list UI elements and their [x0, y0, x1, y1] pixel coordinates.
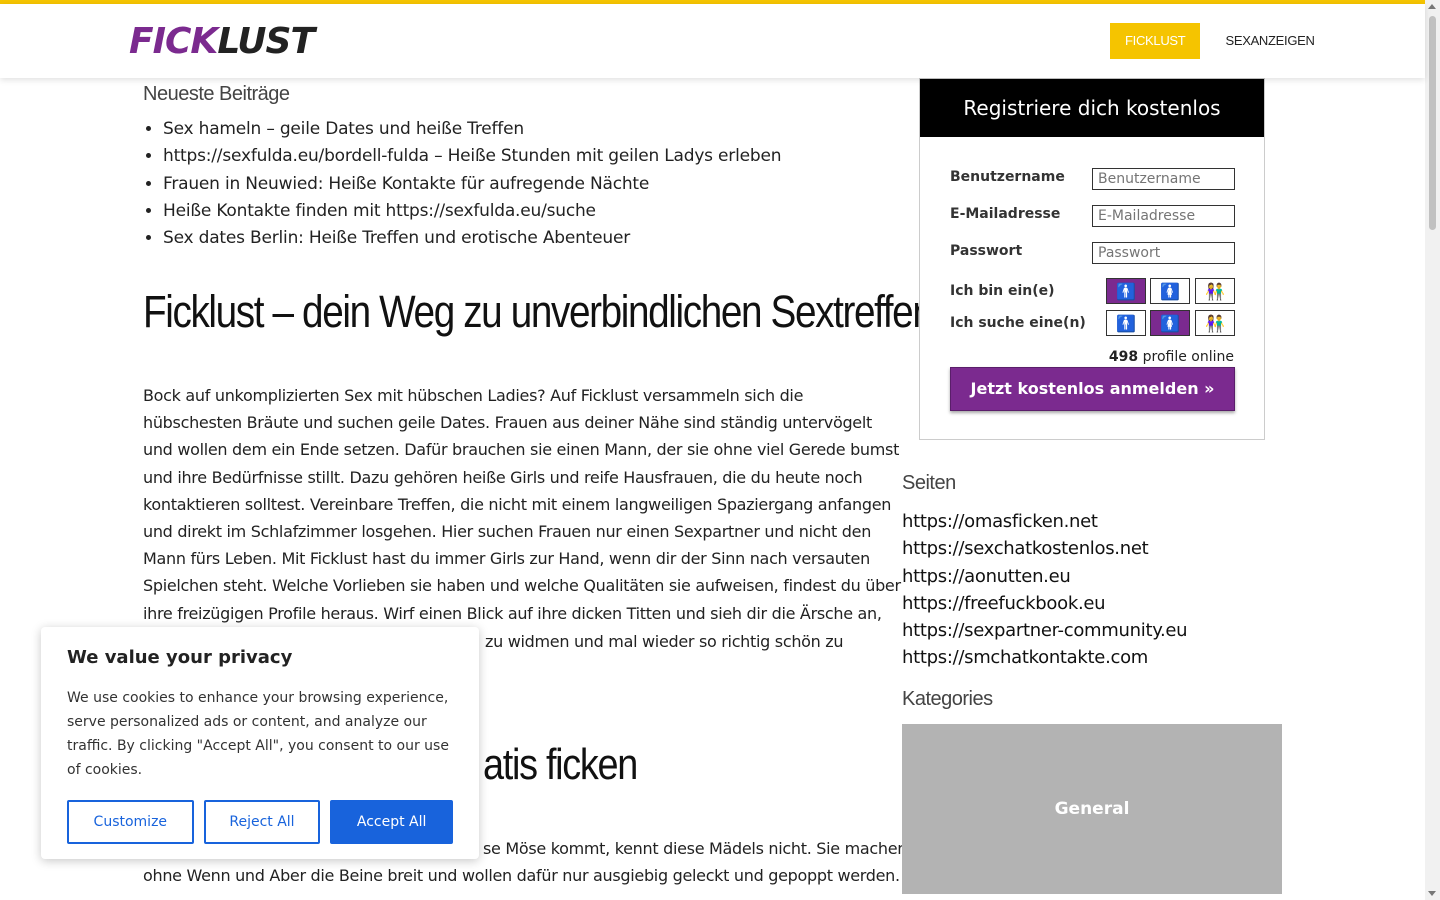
- password-label: Passwort: [950, 243, 1023, 259]
- category-general[interactable]: General: [902, 724, 1282, 894]
- scroll-up-icon[interactable]: [1428, 4, 1436, 9]
- male-icon: 🚹: [1116, 313, 1136, 333]
- iam-couple-button[interactable]: 👫: [1195, 278, 1235, 304]
- male-icon: 🚹: [1116, 281, 1136, 301]
- couple-icon: 👫: [1205, 313, 1225, 333]
- recent-post-link[interactable]: Frauen in Neuwied: Heiße Kontakte für au…: [163, 171, 781, 198]
- recent-post-link[interactable]: Heiße Kontakte finden mit https://sexful…: [163, 198, 781, 225]
- iam-label: Ich bin ein(e): [950, 283, 1055, 299]
- recent-posts-title: Neueste Beiträge: [143, 83, 290, 105]
- signup-button[interactable]: Jetzt kostenlos anmelden »: [950, 367, 1235, 411]
- female-icon: 🚺: [1160, 313, 1180, 333]
- female-icon: 🚺: [1160, 281, 1180, 301]
- recent-post-link[interactable]: Sex hameln – geile Dates und heiße Treff…: [163, 116, 781, 143]
- seek-male-button[interactable]: 🚹: [1106, 310, 1146, 336]
- username-input[interactable]: [1092, 168, 1235, 190]
- username-label: Benutzername: [950, 169, 1065, 185]
- email-input[interactable]: [1092, 205, 1235, 227]
- article-title: Ficklust – dein Weg zu unverbindlichen S…: [143, 286, 934, 337]
- page-link[interactable]: https://omasficken.net: [902, 508, 1187, 535]
- iam-male-button[interactable]: 🚹: [1106, 278, 1146, 304]
- cookie-title: We value your privacy: [67, 647, 293, 668]
- cookie-text: We use cookies to enhance your browsing …: [67, 690, 449, 778]
- password-input[interactable]: [1092, 242, 1235, 264]
- online-count: 498: [1108, 349, 1139, 365]
- categories-title: Kategories: [902, 688, 993, 710]
- accept-all-button[interactable]: Accept All: [330, 800, 453, 844]
- recent-post-link[interactable]: Sex dates Berlin: Heiße Treffen und erot…: [163, 225, 781, 252]
- cookie-banner: We value your privacy We use cookies to …: [41, 627, 479, 859]
- recent-posts-list: Sex hameln – geile Dates und heiße Treff…: [143, 116, 781, 252]
- email-label: E-Mailadresse: [950, 206, 1061, 222]
- reject-all-button[interactable]: Reject All: [203, 800, 321, 844]
- logo-part-lust: LUST: [217, 21, 315, 62]
- pages-title: Seiten: [902, 472, 956, 494]
- seek-female-button[interactable]: 🚺: [1150, 310, 1190, 336]
- article-paragraph2-line2: ohne Wenn und Aber die Beine breit und w…: [143, 866, 900, 885]
- nav-item-ficklust[interactable]: FICKLUST: [1110, 23, 1201, 59]
- site-logo[interactable]: FICKLUST: [129, 21, 315, 62]
- site-header: FICKLUST FICKLUST SEXANZEIGEN: [0, 4, 1425, 78]
- page-scrollbar[interactable]: [1425, 0, 1440, 900]
- page-link[interactable]: https://aonutten.eu: [902, 563, 1187, 590]
- logo-part-fick: FICK: [129, 21, 218, 62]
- page-link[interactable]: https://sexchatkostenlos.net: [902, 535, 1187, 562]
- cookie-buttons: Customize Reject All Accept All: [67, 800, 453, 844]
- registration-box: Registriere dich kostenlos Benutzername …: [919, 78, 1265, 440]
- seek-label: Ich suche eine(n): [950, 315, 1086, 331]
- online-counter: 498 profile online: [1109, 349, 1234, 365]
- customize-button[interactable]: Customize: [67, 800, 194, 844]
- scroll-thumb[interactable]: [1429, 16, 1436, 230]
- main-nav: FICKLUST SEXANZEIGEN: [1110, 23, 1330, 59]
- article-paragraph-tail: zu widmen und mal wieder so richtig schö…: [485, 632, 844, 651]
- recent-posts-widget: Neueste Beiträge Sex hameln – geile Date…: [143, 80, 781, 252]
- article-subtitle: atis ficken: [483, 740, 638, 789]
- page-link[interactable]: https://smchatkontakte.com: [902, 644, 1187, 671]
- article-paragraph2-line1: se Möse kommt, kennt diese Mädels nicht.…: [483, 839, 908, 858]
- page-link[interactable]: https://sexpartner-community.eu: [902, 617, 1188, 644]
- online-text: profile online: [1142, 349, 1234, 365]
- article-paragraph: Bock auf unkomplizierten Sex mit hübsche…: [143, 386, 901, 650]
- iam-female-button[interactable]: 🚺: [1150, 278, 1190, 304]
- couple-icon: 👫: [1205, 281, 1225, 301]
- pages-list: https://omasficken.net https://sexchatko…: [902, 508, 1188, 672]
- registration-title: Registriere dich kostenlos: [920, 79, 1264, 137]
- scroll-down-icon[interactable]: [1428, 891, 1436, 896]
- nav-item-sexanzeigen[interactable]: SEXANZEIGEN: [1210, 23, 1329, 59]
- recent-post-link[interactable]: https://sexfulda.eu/bordell-fulda – Heiß…: [163, 143, 781, 170]
- seek-couple-button[interactable]: 👫: [1195, 310, 1235, 336]
- page-link[interactable]: https://freefuckbook.eu: [902, 590, 1187, 617]
